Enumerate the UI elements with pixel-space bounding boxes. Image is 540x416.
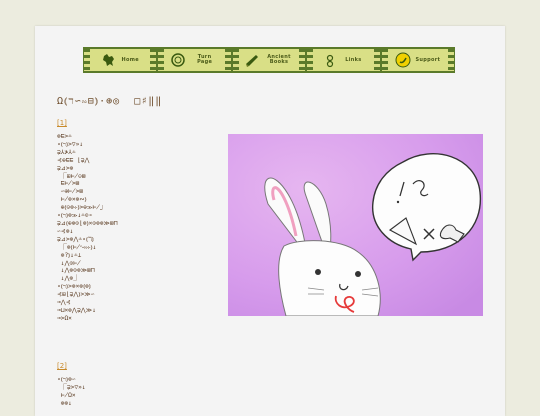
section-link-1[interactable]: [1] [57,119,67,127]
page-title: Ω⦅ℸ∽∾⊟⦆·⊕◎ □♯‖‖ [57,96,162,107]
page-title-sub: □♯‖‖ [134,96,163,107]
rabbit-illustration [228,134,483,316]
nav-bar: Home Turn Page Ancient Books Links Suppo… [83,47,455,73]
nav-turn-page-label: Turn Page [197,54,213,65]
nav-support-label: Support [415,56,441,63]
section-link-2[interactable]: [2] [57,362,67,370]
content-page: Home Turn Page Ancient Books Links Suppo… [35,26,505,416]
dog-icon [101,52,117,68]
nav-ancient-books[interactable]: Ancient Books [232,49,306,71]
nav-links[interactable]: Links [307,49,381,71]
nav-links-label: Links [345,56,362,63]
code-block-2: ∘⦅ℸ⦆⊗∽ ⎾⊋>▽»↓ ⊬Ω⨯ ⊗⊗↓ [57,376,86,407]
coin-icon [170,52,186,68]
links-icon [325,52,341,68]
nav-ancient-books-label: Ancient Books [267,54,291,65]
nav-home-label: Home [121,56,139,63]
code-block-1: ⊗⊑>∸ ∘⦅ℸ⦆>▽»↓ ⊋⅄≯⅄∸ ⊰⊕⊑⊑ ⌊⊋⋀ ⊋⊿>⊗ ⎾⊞⊬⊝⊠ … [57,133,118,322]
page-title-main: Ω⦅ℸ∽∾⊟⦆·⊕◎ [57,96,121,107]
nav-home[interactable]: Home [84,49,157,71]
banana-icon [395,52,411,68]
nav-support[interactable]: Support [381,49,455,71]
nav-turn-page[interactable]: Turn Page [158,49,232,71]
scroll-icon [244,52,260,68]
